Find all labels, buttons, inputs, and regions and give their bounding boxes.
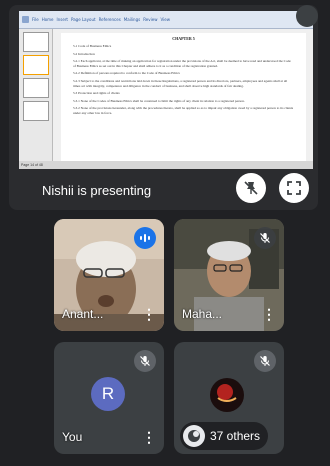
document-paragraph: 5.2 Introduction <box>73 51 95 56</box>
document-paragraph: 5.2.3 Subject to the conditions and rest… <box>73 78 288 88</box>
participant-tile-you[interactable]: R You ⋮ <box>54 342 164 454</box>
document-paragraph: 5.3 Protection and rights of clients <box>73 91 120 96</box>
others-avatar-image <box>210 378 244 412</box>
participant-name: Maha... <box>182 307 223 321</box>
fullscreen-button[interactable] <box>279 173 309 203</box>
presenting-caption: Nishii is presenting <box>42 183 152 198</box>
word-ribbon: File Home Insert Page Layout References … <box>19 11 313 29</box>
word-icon <box>22 16 29 23</box>
ribbon-tab: Insert <box>56 17 68 22</box>
participant-tile-maha[interactable]: Maha... ⋮ <box>174 219 284 331</box>
document-paragraph: 5.2.2 Definition of persons required to … <box>73 71 180 76</box>
page-thumbnail <box>23 78 49 98</box>
mic-off-icon <box>260 233 270 243</box>
ribbon-tab: Mailings <box>123 17 141 22</box>
avatar: R <box>91 377 125 411</box>
mic-off-icon <box>260 356 270 366</box>
participant-tile-others[interactable]: 37 others <box>174 342 284 454</box>
participant-name: Anant... <box>62 307 104 321</box>
others-counter[interactable]: 37 others <box>180 422 269 450</box>
unpin-button[interactable] <box>236 173 266 203</box>
more-options-button[interactable]: ⋮ <box>142 307 156 321</box>
more-options-button[interactable]: ⋮ <box>262 307 276 321</box>
speaking-indicator <box>134 227 156 249</box>
mic-off-icon <box>140 356 150 366</box>
ribbon-tab: Page Layout <box>71 17 96 22</box>
participant-tile-anant[interactable]: Anant... ⋮ <box>54 219 164 331</box>
others-label: 37 others <box>210 429 261 443</box>
document-statusbar: Page 14 of 48 <box>19 161 313 169</box>
ribbon-tab: View <box>160 17 170 22</box>
others-avatar-icon <box>183 425 205 447</box>
page-thumbnail <box>23 32 49 52</box>
navigation-pane <box>19 29 53 161</box>
mic-off-badge <box>254 350 276 372</box>
ribbon-tab: File <box>32 17 39 22</box>
fullscreen-icon <box>287 181 301 195</box>
page-thumbnail <box>23 101 49 121</box>
document-paragraph: 5.2.1 Each applicant, at the time of mak… <box>73 59 291 68</box>
shared-screen: File Home Insert Page Layout References … <box>19 11 313 169</box>
document-paragraph: 5.3.1 None of the Codes of Business Ethi… <box>73 98 245 103</box>
document-paragraph: 5.3.2 None of the provisions hereunder, … <box>73 106 294 115</box>
mic-off-badge <box>254 227 276 249</box>
participant-name: You <box>62 430 83 444</box>
top-corner-control[interactable] <box>296 5 318 27</box>
mic-off-badge <box>134 350 156 372</box>
presentation-tile[interactable]: File Home Insert Page Layout References … <box>9 5 318 210</box>
ribbon-tab: Home <box>41 17 54 22</box>
document-heading: CHAPTER 5 <box>172 36 195 41</box>
pin-off-icon <box>244 181 258 195</box>
page-thumbnail <box>23 55 49 75</box>
document-page: CHAPTER 5 5.1 Code of Business Ethics 5.… <box>61 33 306 161</box>
more-options-button[interactable]: ⋮ <box>142 430 156 444</box>
ribbon-tab: References <box>98 17 121 22</box>
document-paragraph: 5.1 Code of Business Ethics <box>73 44 112 48</box>
ribbon-tab: Review <box>143 17 158 22</box>
